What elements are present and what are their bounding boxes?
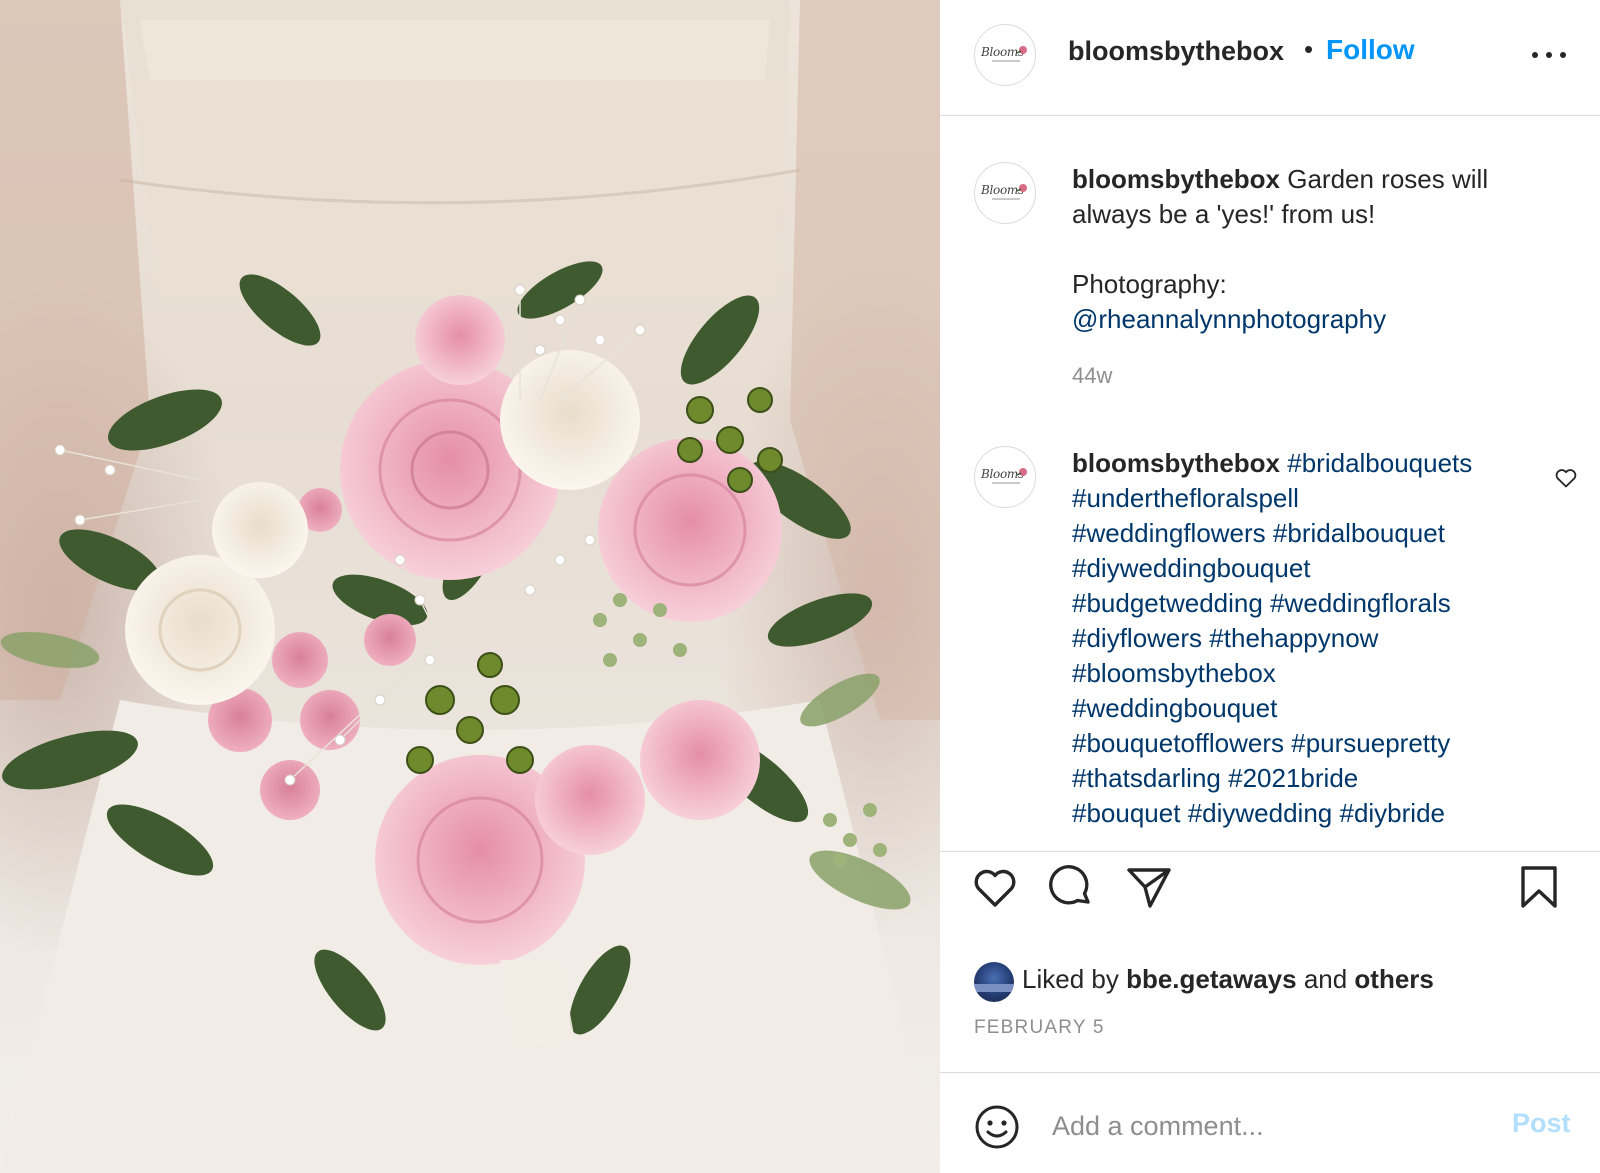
hashtag-link[interactable]: #diybride <box>1339 798 1445 828</box>
photography-label: Photography: <box>1072 269 1227 299</box>
hashtag-comment-avatar[interactable]: Blooms <box>974 446 1036 508</box>
comment-heart-icon[interactable] <box>1554 466 1578 490</box>
separator-dot: • <box>1304 34 1314 64</box>
comment-bubble-icon[interactable] <box>1046 862 1096 912</box>
heart-icon[interactable] <box>970 862 1020 912</box>
hashtag-link[interactable]: #thehappynow <box>1209 623 1378 653</box>
likes-others-link[interactable]: others <box>1354 964 1433 994</box>
hashtag-link[interactable]: #bouquetofflowers <box>1072 728 1284 758</box>
liker-username[interactable]: bbe.getaways <box>1126 964 1297 994</box>
liker-avatar[interactable] <box>974 962 1014 1002</box>
hashtag-link[interactable]: #underthefloralspell <box>1072 483 1299 513</box>
hashtag-link[interactable]: #pursuepretty <box>1291 728 1450 758</box>
author-avatar[interactable]: Blooms <box>974 24 1036 86</box>
hashtag-link[interactable]: #weddingbouquet <box>1072 693 1277 723</box>
paper-plane-icon[interactable] <box>1124 862 1174 912</box>
caption-line-1: Garden roses will <box>1280 164 1489 194</box>
hashtag-comment-text: bloomsbythebox #bridalbouquets #underthe… <box>1072 446 1542 831</box>
liked-by-prefix: Liked by <box>1022 964 1127 994</box>
hashtag-link[interactable]: #diyflowers <box>1072 623 1202 653</box>
avatar-logo-tagline <box>992 198 1020 200</box>
comments-divider <box>940 851 1600 852</box>
bouquet-illustration <box>0 0 940 1173</box>
header-divider <box>940 115 1600 116</box>
hashtag-comment-username[interactable]: bloomsbythebox <box>1072 448 1280 478</box>
more-options-icon[interactable] <box>1530 44 1570 64</box>
post-photo[interactable] <box>0 0 940 1173</box>
footer-divider <box>940 1072 1600 1073</box>
liked-by-text: Liked by bbe.getaways and others <box>1022 964 1434 995</box>
liked-by-connector: and <box>1296 964 1355 994</box>
avatar-logo-tagline <box>992 60 1020 62</box>
hashtag-link[interactable]: #diyweddingbouquet <box>1072 553 1311 583</box>
hashtag-link[interactable]: #budgetwedding <box>1072 588 1263 618</box>
follow-button[interactable]: Follow <box>1326 34 1415 66</box>
author-username[interactable]: bloomsbythebox <box>1068 36 1284 67</box>
hashtag-link[interactable]: #weddingflowers <box>1072 518 1266 548</box>
caption-text: bloomsbythebox Garden roses will always … <box>1072 162 1542 337</box>
photographer-mention[interactable]: @rheannalynnphotography <box>1072 304 1386 334</box>
caption-timestamp[interactable]: 44w <box>1072 363 1112 389</box>
hashtag-link[interactable]: #diywedding <box>1188 798 1333 828</box>
caption-line-2: always be a 'yes!' from us! <box>1072 199 1376 229</box>
hashtag-link[interactable]: #weddingflorals <box>1270 588 1451 618</box>
avatar-logo-tagline <box>992 482 1020 484</box>
smiley-icon[interactable] <box>974 1104 1020 1150</box>
hashtag-link[interactable]: #2021bride <box>1228 763 1358 793</box>
rose-logo-icon <box>1017 468 1027 476</box>
post-comment-button[interactable]: Post <box>1512 1108 1571 1139</box>
hashtag-link[interactable]: #thatsdarling <box>1072 763 1221 793</box>
caption-username[interactable]: bloomsbythebox <box>1072 164 1280 194</box>
rose-logo-icon <box>1017 184 1027 192</box>
hashtag-link[interactable]: #bloomsbythebox <box>1072 658 1276 688</box>
hashtag-link[interactable]: #bouquet <box>1072 798 1180 828</box>
rose-logo-icon <box>1017 46 1027 54</box>
caption-avatar[interactable]: Blooms <box>974 162 1036 224</box>
bookmark-icon[interactable] <box>1514 862 1564 912</box>
hashtag-link[interactable]: #bridalbouquet <box>1273 518 1445 548</box>
post-date[interactable]: FEBRUARY 5 <box>974 1017 1105 1039</box>
post-side-panel: Blooms bloomsbythebox • Follow Blooms bl… <box>940 0 1600 1173</box>
add-comment-input[interactable] <box>1052 1106 1472 1146</box>
hashtag-link[interactable]: #bridalbouquets <box>1287 448 1472 478</box>
